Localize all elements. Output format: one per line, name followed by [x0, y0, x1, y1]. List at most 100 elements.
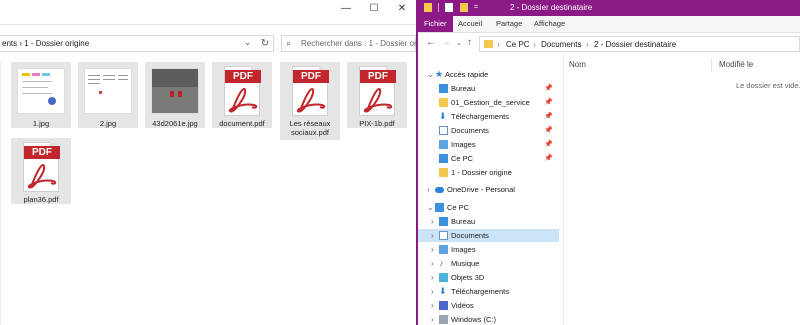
- close-button[interactable]: ✕: [388, 0, 416, 17]
- search-icon: ⌕: [286, 38, 292, 48]
- breadcrumb-documents[interactable]: Documents: [541, 40, 581, 49]
- nav-pc-musique[interactable]: › ♪ Musique: [418, 257, 559, 270]
- nav-label: Windows (C:): [451, 315, 497, 324]
- navigation-bar: ← → ⌄ ↑ › Ce PC › Documents › 2 - Dossie…: [418, 34, 800, 54]
- minimize-button[interactable]: —: [332, 0, 360, 17]
- chevron-down-icon[interactable]: ⌄: [427, 201, 434, 214]
- nav-item-bureau[interactable]: Bureau 📌: [418, 82, 559, 95]
- maximize-button[interactable]: ☐: [360, 0, 388, 17]
- nav-label: Images: [451, 140, 476, 149]
- breadcrumb-separator: ›: [533, 40, 536, 49]
- breadcrumb-separator: ›: [586, 40, 589, 49]
- pin-icon: 📌: [544, 141, 553, 148]
- address-bar[interactable]: ents › 1 - Dossier origine ⌄: [0, 35, 274, 52]
- pdf-icon: PDF: [19, 142, 63, 192]
- chevron-right-icon[interactable]: ›: [431, 313, 434, 325]
- nav-item-telechargements[interactable]: ⬇ Téléchargements 📌: [418, 110, 559, 123]
- video-icon: [439, 301, 448, 310]
- nav-pc-windows-c[interactable]: › Windows (C:): [418, 313, 559, 325]
- recent-locations-chevron-icon[interactable]: ⌄: [456, 39, 462, 47]
- music-icon: ♪: [439, 258, 444, 268]
- pdf-icon: PDF: [220, 66, 264, 116]
- pdf-badge: PDF: [360, 70, 396, 83]
- back-arrow-icon[interactable]: ←: [426, 37, 436, 48]
- nav-label: Accès rapide: [445, 70, 489, 79]
- file-item[interactable]: PDF plan36.pdf: [11, 138, 71, 206]
- source-explorer-window: — ☐ ✕ ents › 1 - Dossier origine ⌄ ↻ ⌕ R…: [0, 0, 416, 325]
- search-input[interactable]: ⌕ Rechercher dans : 1 - Dossier ori...: [281, 35, 416, 52]
- breadcrumb-ce-pc[interactable]: Ce PC: [506, 40, 530, 49]
- forward-arrow-icon[interactable]: →: [441, 37, 451, 48]
- computer-icon: [435, 203, 444, 212]
- file-name: PIX-1b.pdf: [359, 119, 395, 128]
- up-arrow-icon[interactable]: ↑: [467, 37, 472, 48]
- tab-accueil[interactable]: Accueil: [452, 16, 488, 32]
- nav-item-images[interactable]: Images 📌: [418, 138, 559, 151]
- tab-fichier[interactable]: Fichier: [418, 16, 453, 32]
- column-modified[interactable]: Modifié le: [719, 60, 753, 69]
- chevron-right-icon[interactable]: ›: [427, 183, 430, 196]
- pin-icon: 📌: [544, 155, 553, 162]
- pdf-badge: PDF: [24, 146, 60, 159]
- nav-item-documents[interactable]: Documents 📌: [418, 124, 559, 137]
- nav-label: Téléchargements: [451, 287, 509, 296]
- file-name: plan36.pdf: [23, 195, 59, 204]
- nav-item-dossier-origine[interactable]: 1 - Dossier origine: [418, 166, 559, 179]
- properties-icon[interactable]: [445, 3, 454, 12]
- chevron-right-icon[interactable]: ›: [431, 257, 434, 270]
- chevron-right-icon[interactable]: ›: [431, 285, 434, 298]
- nav-label: Bureau: [451, 84, 476, 93]
- file-name: Les réseaux sociaux.pdf: [289, 119, 331, 137]
- file-name: 2.jpg: [99, 119, 117, 128]
- pictures-icon: [439, 245, 448, 254]
- chevron-right-icon[interactable]: ›: [431, 243, 434, 256]
- nav-pc-documents[interactable]: › Documents: [418, 229, 559, 242]
- desktop-icon: [439, 217, 448, 226]
- nav-label: 1 - Dossier origine: [451, 168, 512, 177]
- pin-icon: 📌: [544, 113, 553, 120]
- chevron-down-icon[interactable]: ⌄: [244, 38, 251, 47]
- breadcrumb-current[interactable]: 2 - Dossier destinataire: [594, 40, 676, 49]
- file-item[interactable]: 2.jpg: [78, 62, 138, 130]
- chevron-down-icon[interactable]: =: [474, 3, 478, 12]
- file-item[interactable]: 43d2061e.jpg: [145, 62, 205, 130]
- image-thumbnail: [17, 68, 65, 114]
- chevron-right-icon[interactable]: ›: [431, 299, 434, 312]
- chevron-right-icon[interactable]: ›: [431, 229, 434, 242]
- column-name[interactable]: Nom: [569, 60, 586, 69]
- folder-icon: [424, 3, 432, 12]
- new-folder-icon[interactable]: [459, 3, 468, 12]
- tab-partage[interactable]: Partage: [490, 16, 528, 32]
- file-name: 1.jpg: [32, 119, 50, 128]
- nav-pc-images[interactable]: › Images: [418, 243, 559, 256]
- nav-item-ce-pc[interactable]: Ce PC 📌: [418, 152, 559, 165]
- navigation-pane: ⌄ ★ Accès rapide Bureau 📌 01_Gestion_de_…: [418, 62, 559, 325]
- nav-quick-access[interactable]: ⌄ ★ Accès rapide: [418, 68, 559, 81]
- nav-item-gestion-service[interactable]: 01_Gestion_de_service 📌: [418, 96, 559, 109]
- column-divider[interactable]: [711, 58, 712, 72]
- file-item[interactable]: PDF Les réseaux sociaux.pdf: [280, 62, 340, 142]
- nav-pc-videos[interactable]: › Vidéos: [418, 299, 559, 312]
- file-item[interactable]: PDF PIX-1b.pdf: [347, 62, 407, 130]
- chevron-right-icon[interactable]: ›: [431, 271, 434, 284]
- tab-affichage[interactable]: Affichage: [528, 16, 571, 32]
- chevron-right-icon[interactable]: ›: [431, 215, 434, 228]
- photo-thumbnail: [151, 68, 199, 114]
- nav-onedrive[interactable]: › OneDrive - Personal: [418, 183, 559, 196]
- refresh-icon[interactable]: ↻: [256, 35, 274, 52]
- computer-icon: [439, 154, 448, 163]
- nav-pc-objets-3d[interactable]: › Objets 3D: [418, 271, 559, 284]
- nav-pc-telechargements[interactable]: › ⬇ Téléchargements: [418, 285, 559, 298]
- nav-pc-bureau[interactable]: › Bureau: [418, 215, 559, 228]
- pictures-icon: [439, 140, 448, 149]
- nav-this-pc[interactable]: ⌄ Ce PC: [418, 201, 559, 214]
- file-item[interactable]: 1.jpg: [11, 62, 71, 130]
- address-text: ents › 1 - Dossier origine: [2, 39, 90, 48]
- chevron-down-icon[interactable]: ⌄: [427, 68, 434, 81]
- nav-label: Documents: [451, 126, 489, 135]
- download-icon: ⬇: [439, 286, 447, 296]
- address-bar[interactable]: › Ce PC › Documents › 2 - Dossier destin…: [479, 36, 800, 52]
- nav-label: Vidéos: [451, 301, 474, 310]
- nav-label: Ce PC: [447, 203, 470, 212]
- file-item[interactable]: PDF document.pdf: [212, 62, 272, 130]
